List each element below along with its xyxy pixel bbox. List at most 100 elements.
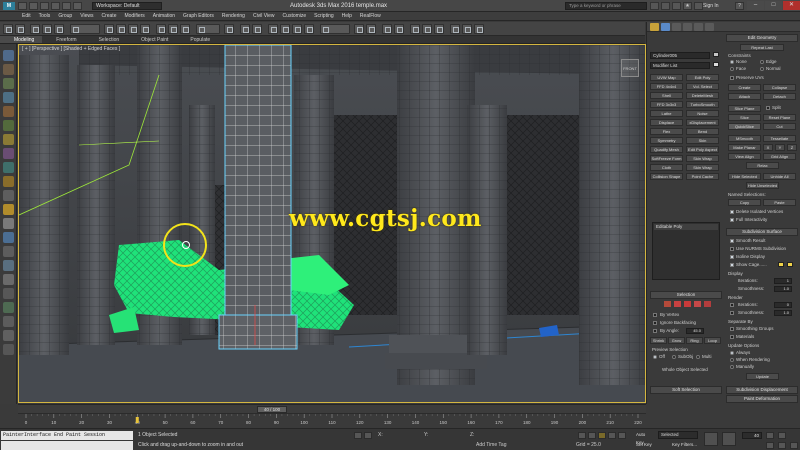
redo-tool-icon[interactable] <box>15 24 25 34</box>
helpers-icon[interactable] <box>3 162 14 173</box>
bind-space-warp-icon[interactable] <box>54 24 64 34</box>
binoculars-icon[interactable] <box>650 2 659 10</box>
modifier-deletemesh[interactable]: DeleteMesh <box>686 92 719 99</box>
sign-in-link[interactable]: Sign In <box>703 2 733 10</box>
bones-icon[interactable] <box>3 246 14 257</box>
time-slider-thumb[interactable]: 40 / 100 <box>257 406 287 413</box>
make-planar-button[interactable]: Make Planar <box>728 144 761 151</box>
object-color-swatch[interactable] <box>713 52 719 57</box>
display-smoothness-spinner[interactable]: 1.0 <box>774 286 792 292</box>
render-iterations-spinner[interactable]: 0 <box>774 302 792 308</box>
grid-align-button[interactable]: Grid Align <box>763 153 796 160</box>
display-tab-icon[interactable] <box>694 23 703 31</box>
preserve-uvs-checkbox[interactable] <box>730 76 734 80</box>
hide-selected-button[interactable]: Hide Selected <box>728 173 761 180</box>
modifier-edit-poly-aspect[interactable]: Edit Poly Aspect <box>686 146 719 153</box>
snaps-toggle-icon[interactable] <box>268 24 278 34</box>
tab-freeform[interactable]: Freeform <box>42 36 84 43</box>
redo-icon[interactable] <box>62 2 71 10</box>
stack-item-editable-poly[interactable]: Editable Poly <box>654 224 718 230</box>
trackbar[interactable]: 0102030405060708090100110120130140150160… <box>18 413 646 427</box>
help-icon[interactable]: ? <box>735 2 744 10</box>
modifier-ffd-3x3x3[interactable]: FFD 3x3x3 <box>650 101 683 108</box>
cage-color-swatch-2[interactable] <box>787 262 793 267</box>
create-tab-icon[interactable] <box>650 23 659 31</box>
time-slider[interactable]: 40 / 100 <box>18 404 646 413</box>
save-file-icon[interactable] <box>40 2 49 10</box>
modifier-turbosmooth[interactable]: TurboSmooth <box>686 101 719 108</box>
subscription-icon[interactable] <box>661 2 670 10</box>
selection-rollout[interactable]: Selection <box>650 291 722 299</box>
modifier-softfreeze-form[interactable]: SoftFreeze Form <box>650 155 683 162</box>
menu-group[interactable]: Group <box>54 12 76 20</box>
search-input[interactable]: Type a keyword or phrase <box>565 2 647 10</box>
ribbon-toggle-icon[interactable] <box>394 24 404 34</box>
reset-plane-button[interactable]: Reset Plane <box>763 114 796 121</box>
freeze-icon[interactable] <box>3 106 14 117</box>
modifier-symmetry[interactable]: Symmetry <box>650 137 683 144</box>
mirror-icon[interactable] <box>354 24 364 34</box>
isolate-icon[interactable] <box>3 92 14 103</box>
constraint-edge-radio[interactable] <box>760 60 764 64</box>
settings-gear-icon[interactable] <box>3 330 14 341</box>
menu-customize[interactable]: Customize <box>279 12 311 20</box>
favorites-star-icon[interactable]: ★ <box>683 2 692 10</box>
modifier-xdisplacement[interactable]: xDisplacement <box>686 119 719 126</box>
modifier-skin[interactable]: Skin <box>686 137 719 144</box>
spinner-snap-icon[interactable] <box>304 24 314 34</box>
key-filters-button[interactable]: Key Filters... <box>672 442 697 447</box>
maximize-viewport-icon[interactable] <box>790 442 798 449</box>
planar-x-button[interactable]: X <box>763 144 773 151</box>
add-time-tag-button[interactable]: Add Time Tag <box>476 442 506 448</box>
element-mode-icon[interactable] <box>704 301 711 307</box>
ring-button[interactable]: Ring <box>686 337 703 344</box>
close-button[interactable]: ✕ <box>783 1 800 10</box>
utilities-tab-icon[interactable] <box>705 23 714 31</box>
pivot-center-icon[interactable] <box>224 24 234 34</box>
hierarchy-tab-icon[interactable] <box>672 23 681 31</box>
modify-tab-icon[interactable] <box>661 23 670 31</box>
polygon-mode-icon[interactable] <box>694 301 701 307</box>
tab-populate[interactable]: Populate <box>176 36 218 43</box>
rotate-icon[interactable] <box>168 24 178 34</box>
create-button[interactable]: Create <box>728 84 761 91</box>
scene-explorer-icon[interactable] <box>3 50 14 61</box>
modifier-collision-shape[interactable]: Collision Shape <box>650 173 683 180</box>
cut-button[interactable]: Cut <box>763 123 796 130</box>
maximize-button[interactable]: □ <box>765 1 782 10</box>
update-when-rendering-radio[interactable] <box>730 358 734 362</box>
menu-civil-view[interactable]: Civil View <box>249 12 279 20</box>
render-smoothness-checkbox[interactable] <box>730 311 734 315</box>
planar-z-button[interactable]: Z <box>787 144 797 151</box>
constraint-face-radio[interactable] <box>730 67 734 71</box>
smoothing-groups-checkbox[interactable] <box>730 327 734 331</box>
move-icon[interactable] <box>156 24 166 34</box>
named-selection-dropdown[interactable] <box>320 24 350 34</box>
spacewarps-icon[interactable] <box>3 218 14 229</box>
reference-coordinate-dropdown[interactable] <box>196 24 220 34</box>
preview-off-radio[interactable] <box>653 355 657 359</box>
selection-filter-dropdown[interactable] <box>70 24 100 34</box>
object-name-field[interactable]: Cylinder005 <box>650 52 710 59</box>
character-icon[interactable] <box>3 148 14 159</box>
undo-tool-icon[interactable] <box>3 24 13 34</box>
current-frame-field[interactable]: 40 <box>742 432 762 439</box>
curve-editor-icon[interactable] <box>410 24 420 34</box>
tab-selection[interactable]: Selection <box>85 36 128 43</box>
filter-icon[interactable] <box>3 302 14 313</box>
constraint-none-radio[interactable] <box>730 60 734 64</box>
unhide-all-button[interactable]: Unhide All <box>763 173 796 180</box>
link-icon[interactable] <box>30 24 40 34</box>
modifier-skin-wrap-2[interactable]: Skin Wrap <box>686 164 719 171</box>
menu-scripting[interactable]: Scripting <box>310 12 337 20</box>
modifier-stack-list[interactable]: Editable Poly <box>652 222 720 280</box>
open-file-icon[interactable] <box>29 2 38 10</box>
lock-selection-icon[interactable] <box>354 432 362 439</box>
xref-icon[interactable] <box>3 288 14 299</box>
layer-explorer-icon[interactable] <box>382 24 392 34</box>
absolute-mode-icon[interactable] <box>364 432 372 439</box>
modifier-list-dropdown[interactable]: Modifier List <box>650 62 710 69</box>
constraint-normal-radio[interactable] <box>760 67 764 71</box>
menu-rendering[interactable]: Rendering <box>218 12 249 20</box>
shrink-button[interactable]: Shrink <box>650 337 667 344</box>
